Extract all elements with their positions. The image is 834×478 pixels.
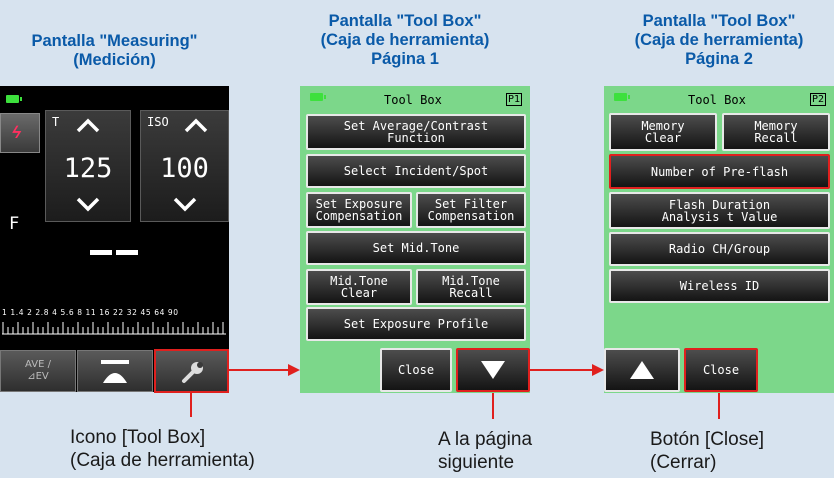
memory-clear-button[interactable]: Memory Clear <box>609 113 717 151</box>
set-filter-compensation-button[interactable]: Set Filter Compensation <box>416 192 526 228</box>
up-triangle-icon <box>630 361 654 379</box>
ave-ev-button[interactable]: AVE / ⊿EV <box>0 350 76 392</box>
annotation-toolbox-icon: Icono [Tool Box] (Caja de herramienta) <box>70 426 255 472</box>
down-arrow-icon[interactable] <box>141 189 228 224</box>
caption-line: Pantalla "Measuring" <box>31 32 198 50</box>
meter-icon <box>101 360 129 383</box>
f-label: F <box>9 214 20 234</box>
up-arrow-icon[interactable] <box>163 111 228 146</box>
close-button[interactable]: Close <box>380 348 452 392</box>
annotation-line: Botón [Close] <box>650 429 765 450</box>
caption-measuring: Pantalla "Measuring" (Medición) <box>0 32 229 70</box>
caption-line: Página 2 <box>685 50 753 68</box>
annotation-line: siguiente <box>438 452 515 473</box>
number-of-preflash-button[interactable]: Number of Pre-flash <box>609 154 830 189</box>
close-button[interactable]: Close <box>684 348 758 392</box>
metering-mode-button[interactable] <box>77 350 153 392</box>
annotation-line: Icono [Tool Box] <box>70 427 206 448</box>
callout-line <box>718 393 720 419</box>
aperture-scale: 1 1.4 2 2.8 4 5.6 8 11 16 22 32 45 64 90 <box>2 308 179 317</box>
page-indicator: P1 <box>506 93 523 106</box>
caption-toolbox-page1: Pantalla "Tool Box" (Caja de herramienta… <box>290 12 520 69</box>
set-exposure-compensation-button[interactable]: Set Exposure Compensation <box>306 192 412 228</box>
connector-line <box>530 369 593 371</box>
next-page-button[interactable] <box>456 348 530 392</box>
mid-tone-clear-button[interactable]: Mid.Tone Clear <box>306 269 412 305</box>
flash-icon: ϟ <box>9 123 24 142</box>
wireless-id-button[interactable]: Wireless ID <box>609 269 830 303</box>
toolbox-title: Tool Box <box>688 93 746 107</box>
caption-line: (Caja de herramienta) <box>634 31 804 49</box>
shutter-speed-control[interactable]: T 125 <box>45 110 131 222</box>
callout-line <box>190 393 192 417</box>
annotation-close-button: Botón [Close] (Cerrar) <box>650 428 764 474</box>
toolbox-title: Tool Box <box>384 93 442 107</box>
battery-icon <box>614 93 630 101</box>
select-incident-spot-button[interactable]: Select Incident/Spot <box>306 154 526 188</box>
mid-tone-recall-button[interactable]: Mid.Tone Recall <box>416 269 526 305</box>
ev-label: ⊿EV <box>27 371 49 382</box>
connector-line <box>229 369 289 371</box>
down-triangle-icon <box>481 361 505 379</box>
caption-toolbox-page2: Pantalla "Tool Box" (Caja de herramienta… <box>604 12 834 69</box>
page-indicator: P2 <box>810 93 827 106</box>
annotation-line: A la página <box>438 429 533 450</box>
toolbox-icon-highlight <box>154 349 229 393</box>
set-mid-tone-button[interactable]: Set Mid.Tone <box>306 231 526 265</box>
annotation-line: (Caja de herramienta) <box>70 450 255 471</box>
caption-line: Pantalla "Tool Box" <box>642 12 796 30</box>
arrow-right-icon <box>288 364 300 376</box>
battery-icon <box>6 95 22 103</box>
radio-ch-group-button[interactable]: Radio CH/Group <box>609 232 830 266</box>
caption-line: (Medición) <box>73 51 156 69</box>
annotation-line: (Cerrar) <box>650 452 717 473</box>
annotation-next-page: A la página siguiente <box>438 428 532 474</box>
flash-mode-button[interactable]: ϟ <box>0 113 40 153</box>
down-arrow-icon[interactable] <box>46 189 130 224</box>
up-arrow-icon[interactable] <box>46 111 130 146</box>
previous-page-button[interactable] <box>604 348 680 392</box>
arrow-right-icon <box>592 364 604 376</box>
memory-recall-button[interactable]: Memory Recall <box>722 113 830 151</box>
callout-line <box>492 393 494 419</box>
aperture-dash <box>116 250 138 255</box>
toolbox-page2-screen: Tool Box P2 Memory Clear Memory Recall N… <box>604 86 834 393</box>
scale-ticks <box>2 322 226 335</box>
battery-icon <box>310 93 326 101</box>
shutter-speed-value: 125 <box>63 153 113 184</box>
set-exposure-profile-button[interactable]: Set Exposure Profile <box>306 307 526 341</box>
caption-line: Pantalla "Tool Box" <box>328 12 482 30</box>
measuring-screen: ϟ T 125 ISO 100 F 1 1.4 2 2.8 4 5.6 8 11… <box>0 86 229 392</box>
iso-control[interactable]: ISO 100 <box>140 110 229 222</box>
caption-line: (Caja de herramienta) <box>320 31 490 49</box>
ave-label: AVE / <box>25 359 51 370</box>
toolbox-page1-screen: Tool Box P1 Set Average/Contrast Functio… <box>300 86 530 393</box>
flash-duration-analysis-button[interactable]: Flash Duration Analysis t Value <box>609 192 830 229</box>
iso-value: 100 <box>160 153 209 184</box>
set-average-contrast-button[interactable]: Set Average/Contrast Function <box>306 114 526 150</box>
caption-line: Página 1 <box>371 50 439 68</box>
aperture-dash <box>90 250 112 255</box>
